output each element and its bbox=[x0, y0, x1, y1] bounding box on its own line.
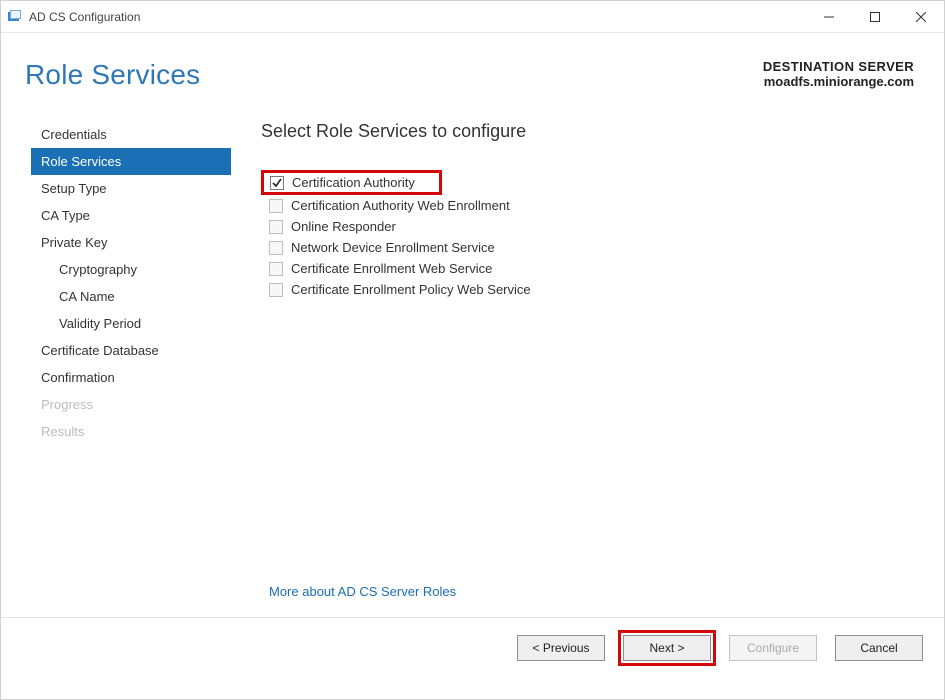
cancel-button-wrap: Cancel bbox=[830, 630, 928, 666]
maximize-button[interactable] bbox=[852, 1, 898, 33]
sidebar-item-setup-type[interactable]: Setup Type bbox=[31, 175, 231, 202]
cancel-button[interactable]: Cancel bbox=[835, 635, 923, 661]
window-title: AD CS Configuration bbox=[29, 10, 140, 24]
more-link-row: More about AD CS Server Roles bbox=[261, 572, 914, 617]
sidebar-item-certificate-database[interactable]: Certificate Database bbox=[31, 337, 231, 364]
checkbox-empty-icon[interactable] bbox=[269, 199, 283, 213]
option-ca-web-enrollment[interactable]: Certification Authority Web Enrollment bbox=[261, 195, 914, 216]
header: Role Services DESTINATION SERVER moadfs.… bbox=[1, 33, 944, 101]
option-label: Certification Authority bbox=[292, 175, 415, 190]
option-label: Network Device Enrollment Service bbox=[291, 240, 495, 255]
configure-button-wrap: Configure bbox=[724, 630, 822, 666]
option-cep[interactable]: Certificate Enrollment Policy Web Servic… bbox=[261, 279, 914, 300]
previous-button[interactable]: < Previous bbox=[517, 635, 605, 661]
option-ces[interactable]: Certificate Enrollment Web Service bbox=[261, 258, 914, 279]
checkbox-empty-icon[interactable] bbox=[269, 220, 283, 234]
sidebar-item-credentials[interactable]: Credentials bbox=[31, 121, 231, 148]
destination-server: moadfs.miniorange.com bbox=[763, 74, 914, 89]
app-icon bbox=[7, 9, 23, 25]
sidebar-item-progress: Progress bbox=[31, 391, 231, 418]
sidebar-item-confirmation[interactable]: Confirmation bbox=[31, 364, 231, 391]
wizard-sidebar: Credentials Role Services Setup Type CA … bbox=[31, 121, 231, 617]
option-label: Certificate Enrollment Web Service bbox=[291, 261, 492, 276]
sidebar-item-private-key[interactable]: Private Key bbox=[31, 229, 231, 256]
sidebar-item-results: Results bbox=[31, 418, 231, 445]
more-about-link[interactable]: More about AD CS Server Roles bbox=[269, 584, 456, 599]
sidebar-item-ca-type[interactable]: CA Type bbox=[31, 202, 231, 229]
option-label: Online Responder bbox=[291, 219, 396, 234]
next-button-wrap: Next > bbox=[618, 630, 716, 666]
close-button[interactable] bbox=[898, 1, 944, 33]
checkbox-empty-icon[interactable] bbox=[269, 262, 283, 276]
checkbox-checked-icon[interactable] bbox=[270, 176, 284, 190]
role-services-options: Certification Authority Certification Au… bbox=[261, 170, 914, 300]
option-label: Certificate Enrollment Policy Web Servic… bbox=[291, 282, 531, 297]
checkbox-empty-icon[interactable] bbox=[269, 241, 283, 255]
titlebar: AD CS Configuration bbox=[1, 1, 944, 33]
minimize-button[interactable] bbox=[806, 1, 852, 33]
window-controls bbox=[806, 1, 944, 33]
option-online-responder[interactable]: Online Responder bbox=[261, 216, 914, 237]
sidebar-item-ca-name[interactable]: CA Name bbox=[31, 283, 231, 310]
option-ndes[interactable]: Network Device Enrollment Service bbox=[261, 237, 914, 258]
sidebar-item-validity-period[interactable]: Validity Period bbox=[31, 310, 231, 337]
sidebar-item-cryptography[interactable]: Cryptography bbox=[31, 256, 231, 283]
destination-label: DESTINATION SERVER bbox=[763, 59, 914, 74]
previous-button-wrap: < Previous bbox=[512, 630, 610, 666]
page-title: Role Services bbox=[25, 59, 200, 91]
section-title: Select Role Services to configure bbox=[261, 121, 914, 142]
checkbox-empty-icon[interactable] bbox=[269, 283, 283, 297]
main-area: Credentials Role Services Setup Type CA … bbox=[1, 101, 944, 617]
destination-info: DESTINATION SERVER moadfs.miniorange.com bbox=[763, 59, 914, 89]
next-button[interactable]: Next > bbox=[623, 635, 711, 661]
option-label: Certification Authority Web Enrollment bbox=[291, 198, 510, 213]
option-certification-authority[interactable]: Certification Authority bbox=[261, 170, 442, 195]
configure-button: Configure bbox=[729, 635, 817, 661]
content-panel: Select Role Services to configure Certif… bbox=[231, 121, 914, 617]
sidebar-item-role-services[interactable]: Role Services bbox=[31, 148, 231, 175]
footer: < Previous Next > Configure Cancel bbox=[1, 617, 944, 677]
